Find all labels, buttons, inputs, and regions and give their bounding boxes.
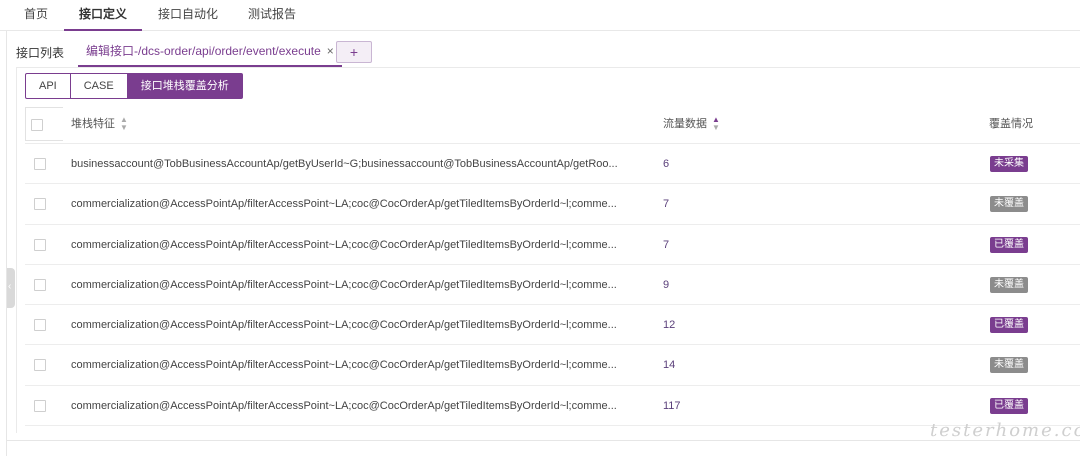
stack-signature: commercialization@AccessPointAp/filterAc… [71,198,617,211]
table-row: commercialization@AccessPointAp/filterAc… [25,386,1080,427]
column-header-signature-label: 堆栈特征 [71,118,115,130]
table-row: commercialization@AccessPointAp/filterAc… [25,345,1080,386]
column-header-coverage: 覆盖情况 [989,118,1033,130]
row-checkbox[interactable] [34,278,46,291]
table-row: commercialization@AccessPointAp/filterAc… [25,265,1080,306]
column-header-flow[interactable]: 流量数据 ▲ ▼ [663,104,720,144]
select-all-cell [25,107,63,141]
stack-coverage-table: 堆栈特征 ▲ ▼ 流量数据 ▲ ▼ 覆盖情况 businessaccount@TobBu… [25,104,1080,427]
tab-edit-api[interactable]: 编辑接口-/dcs-order/api/order/event/execute × [78,37,342,67]
tab-edit-api-label: 编辑接口-/dcs-order/api/order/event/execute [86,44,321,58]
table-row: commercialization@AccessPointAp/filterAc… [25,225,1080,265]
row-checkbox[interactable] [34,359,46,372]
table-row: commercialization@AccessPointAp/filterAc… [25,305,1080,346]
flow-count: 7 [663,238,670,251]
flow-count: 14 [663,359,676,372]
row-checkbox[interactable] [34,238,46,251]
flow-count: 9 [663,278,670,291]
segment-api[interactable]: API [25,73,71,99]
coverage-status-badge: 已覆盖 [990,236,1028,253]
table-row: commercialization@AccessPointAp/filterAc… [25,184,1080,225]
table-row: businessaccount@TobBusinessAccountAp/get… [25,144,1080,185]
sort-icon[interactable]: ▲ ▼ [120,116,128,132]
close-icon[interactable]: × [327,44,334,58]
view-segmented-control: API CASE 接口堆栈覆盖分析 [25,73,243,99]
stack-signature: commercialization@AccessPointAp/filterAc… [71,359,617,372]
coverage-status-badge: 已覆盖 [990,317,1028,334]
stack-signature: commercialization@AccessPointAp/filterAc… [71,278,617,291]
flow-count: 6 [663,158,670,170]
sidebar-collapse-handle[interactable]: ‹ [7,268,15,308]
chevron-left-icon: ‹ [8,281,12,292]
flow-count: 117 [663,399,681,412]
nav-item-api-automation[interactable]: 接口自动化 [146,0,230,31]
nav-item-api-definition[interactable]: 接口定义 [64,0,142,31]
row-checkbox[interactable] [34,198,46,211]
table-header: 堆栈特征 ▲ ▼ 流量数据 ▲ ▼ 覆盖情况 [25,104,1080,144]
flow-count: 7 [663,198,670,211]
watermark: testerhome.com [930,420,1080,441]
flow-count: 12 [663,319,676,332]
sort-icon[interactable]: ▲ ▼ [712,116,720,132]
coverage-status-badge: 未覆盖 [990,357,1028,374]
frame-bottom-border [6,440,1080,441]
tab-api-list[interactable]: 接口列表 [16,44,64,61]
nav-item-home[interactable]: 首页 [12,0,60,31]
table-body: businessaccount@TobBusinessAccountAp/get… [25,144,1080,427]
row-checkbox[interactable] [34,319,46,332]
column-header-signature[interactable]: 堆栈特征 ▲ ▼ [71,104,128,144]
frame-left-border [6,31,7,456]
stack-signature: commercialization@AccessPointAp/filterAc… [71,238,617,251]
coverage-status-badge: 已覆盖 [990,397,1028,414]
top-nav: 首页 接口定义 接口自动化 测试报告 [0,0,1080,31]
coverage-status-badge: 未采集 [990,156,1028,172]
sub-tabs: 接口列表 编辑接口-/dcs-order/api/order/event/exe… [7,31,1080,67]
coverage-status-badge: 未覆盖 [990,276,1028,293]
stack-signature: commercialization@AccessPointAp/filterAc… [71,319,617,332]
add-tab-button[interactable]: + [336,41,372,63]
stack-signature: businessaccount@TobBusinessAccountAp/get… [71,158,618,170]
stack-signature: commercialization@AccessPointAp/filterAc… [71,399,617,412]
select-all-checkbox[interactable] [31,119,43,131]
segment-stack-coverage[interactable]: 接口堆栈覆盖分析 [127,73,243,99]
coverage-status-badge: 未覆盖 [990,196,1028,213]
row-checkbox[interactable] [34,158,46,170]
nav-item-test-report[interactable]: 测试报告 [234,0,310,31]
segment-case[interactable]: CASE [70,73,128,99]
row-checkbox[interactable] [34,399,46,412]
column-header-flow-label: 流量数据 [663,118,707,130]
